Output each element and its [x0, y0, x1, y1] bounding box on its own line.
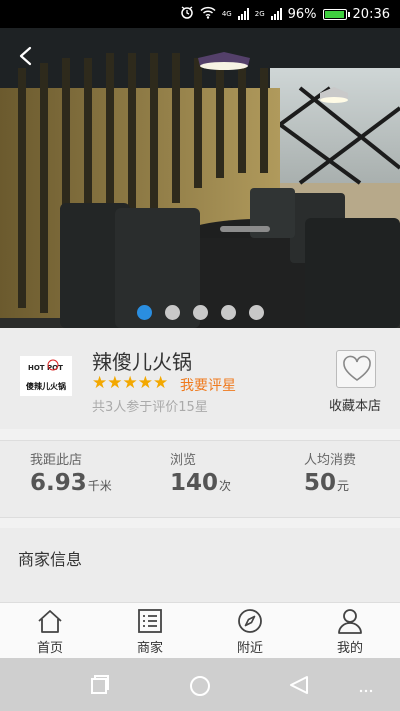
- avg-spend-value-row: 50元: [304, 470, 356, 496]
- restaurant-photo-carousel[interactable]: [0, 28, 400, 328]
- views-value: 140: [170, 470, 219, 496]
- home-button[interactable]: [188, 674, 212, 702]
- tab-merchants[interactable]: 商家: [100, 603, 200, 658]
- tab-mine-label: 我的: [336, 641, 363, 656]
- carousel-dot[interactable]: [248, 305, 264, 320]
- recent-apps-icon: [91, 675, 109, 694]
- compass-icon: [238, 609, 262, 633]
- network-tag-1: 4G: [221, 9, 232, 18]
- tab-mine[interactable]: 我的: [300, 603, 400, 658]
- avg-spend-unit: 元: [337, 479, 350, 493]
- avg-spend-label: 人均消费: [304, 453, 357, 468]
- rate-store-link[interactable]: 我要评星: [180, 375, 236, 395]
- carousel-indicator: [0, 305, 400, 320]
- carousel-dot[interactable]: [136, 305, 152, 320]
- distance-value-row: 6.93千米: [30, 470, 112, 496]
- distance-label: 我距此店: [30, 453, 83, 468]
- system-back-button[interactable]: [288, 674, 310, 700]
- list-icon: [138, 609, 162, 633]
- back-triangle-icon: [290, 676, 308, 694]
- star-rating: ★★★★★: [92, 373, 169, 393]
- clock: 20:36: [352, 6, 390, 22]
- recent-apps-button[interactable]: [89, 674, 111, 700]
- distance-value: 6.93: [30, 470, 87, 496]
- heart-icon: [343, 355, 371, 381]
- svg-text:傻辣儿火锅: 傻辣儿火锅: [26, 381, 66, 391]
- carousel-dot[interactable]: [192, 305, 208, 320]
- views-value-row: 140次: [170, 470, 231, 496]
- tab-merchants-label: 商家: [136, 641, 163, 656]
- favorite-label[interactable]: 收藏本店: [329, 395, 381, 414]
- status-right: 4G 2G 96% 20:36: [180, 5, 390, 23]
- battery-icon: [322, 8, 350, 20]
- views-stat: 浏览 140次: [170, 449, 231, 496]
- store-logo-image: HOT POT 傻辣儿火锅: [20, 356, 72, 396]
- wifi-icon: [200, 6, 216, 23]
- alarm-icon: [180, 5, 194, 23]
- tab-nearby-label: 附近: [236, 641, 263, 656]
- tab-home-label: 首页: [36, 641, 63, 656]
- views-label: 浏览: [170, 453, 197, 468]
- avg-spend-stat: 人均消费 50元: [304, 449, 356, 496]
- distance-unit: 千米: [87, 479, 112, 493]
- store-name: 辣傻儿火锅: [92, 350, 192, 374]
- carousel-dot[interactable]: [220, 305, 236, 320]
- store-info: HOT POT 傻辣儿火锅 辣傻儿火锅 ★★★★★ 我要评星 共3人参于评价15…: [0, 328, 400, 429]
- store-logo: HOT POT 傻辣儿火锅: [20, 356, 72, 396]
- back-arrow-icon: [19, 46, 32, 66]
- tab-nearby[interactable]: 附近: [200, 603, 300, 658]
- battery-percent: 96%: [287, 6, 317, 22]
- restaurant-photo: [0, 28, 400, 328]
- signal-icon: [237, 8, 249, 20]
- network-tag-2: 2G: [254, 9, 265, 18]
- merchant-info-title: 商家信息: [18, 550, 83, 569]
- favorite-button[interactable]: [336, 350, 376, 388]
- carousel-dot[interactable]: [164, 305, 180, 320]
- home-circle-icon: [190, 676, 210, 696]
- more-button[interactable]: [358, 680, 374, 699]
- distance-stat: 我距此店 6.93千米: [30, 449, 112, 496]
- home-icon: [38, 610, 62, 633]
- tab-home[interactable]: 首页: [0, 603, 100, 658]
- signal-icon-2: [270, 8, 282, 20]
- views-unit: 次: [219, 479, 232, 493]
- system-nav-bar: [0, 658, 400, 711]
- rating-summary: 共3人参于评价15星: [92, 400, 208, 415]
- merchant-info-section: 商家信息: [0, 528, 400, 602]
- store-stats: 我距此店 6.93千米 浏览 140次 人均消费 50元: [0, 440, 400, 518]
- user-icon: [338, 609, 362, 634]
- more-dots-icon: [359, 689, 373, 693]
- avg-spend-value: 50: [304, 470, 337, 496]
- bottom-tab-bar: 首页 商家 附近 我的: [0, 602, 400, 658]
- status-bar: 4G 2G 96% 20:36: [0, 0, 400, 28]
- back-button[interactable]: [12, 42, 40, 70]
